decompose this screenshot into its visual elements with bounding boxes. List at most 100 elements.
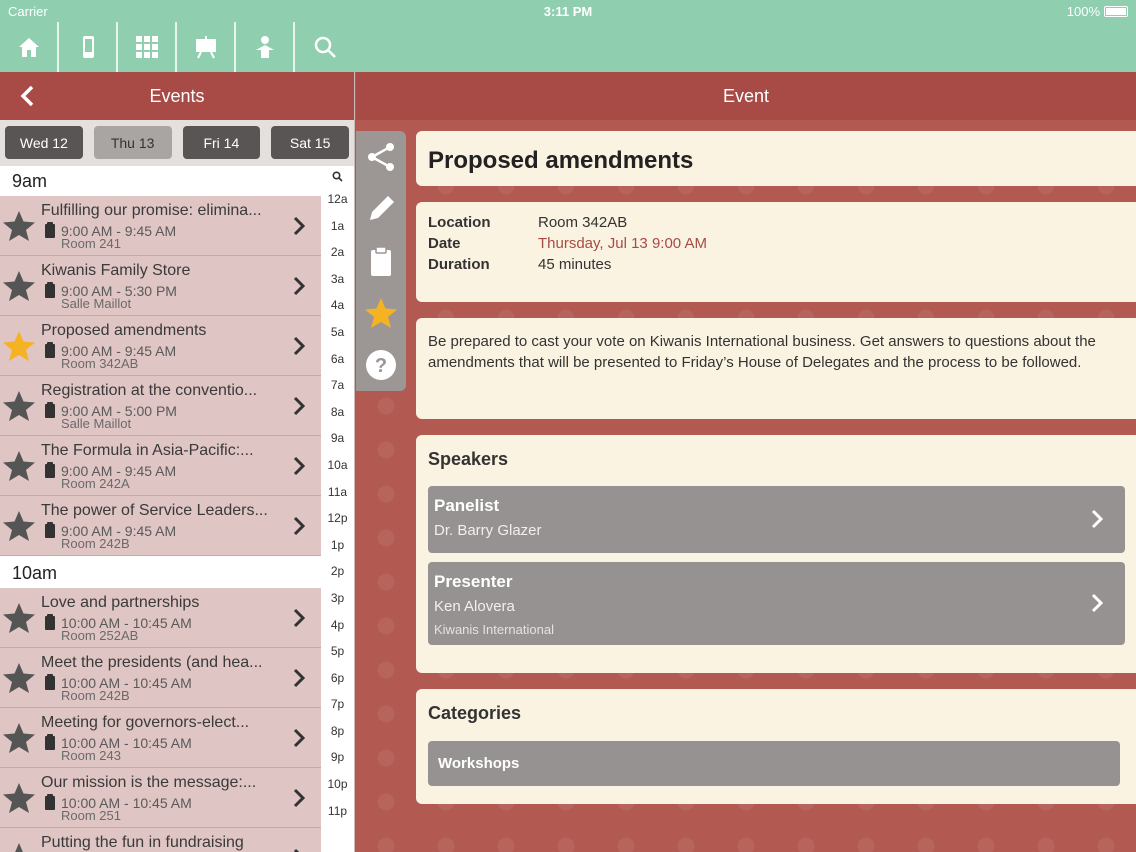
event-title: Proposed amendments xyxy=(41,322,207,339)
index-item[interactable]: 4a xyxy=(321,292,354,319)
event-row[interactable]: The power of Service Leaders... 9:00 AM -… xyxy=(0,496,322,556)
index-item[interactable]: 10p xyxy=(321,771,354,798)
event-list: 9am Fulfilling our promise: elimina... 9:0… xyxy=(0,166,322,852)
index-item[interactable]: 9p xyxy=(321,744,354,771)
event-room: Room 241 xyxy=(61,236,121,251)
chevron-right-icon xyxy=(1091,509,1104,529)
speakers-button[interactable] xyxy=(236,22,295,72)
index-item[interactable]: 11p xyxy=(321,798,354,825)
event-title: Putting the fun in fundraising xyxy=(41,834,244,851)
info-value: 45 minutes xyxy=(538,256,612,273)
index-item[interactable]: 6a xyxy=(321,346,354,373)
clock: 3:11 PM xyxy=(543,4,593,19)
event-row[interactable]: Meet the presidents (and hea... 10:00 AM … xyxy=(0,648,322,708)
day-tab-sat[interactable]: Sat 15 xyxy=(271,126,349,159)
index-item[interactable]: 12p xyxy=(321,505,354,532)
index-item[interactable]: 12a xyxy=(321,186,354,213)
event-title-card: Proposed amendments xyxy=(416,131,1136,186)
info-row-date: Date Thursday, Jul 13 9:00 AM xyxy=(428,235,1124,256)
clipboard-icon xyxy=(45,222,55,238)
speaker-name: Dr. Barry Glazer xyxy=(434,522,542,539)
index-item[interactable]: 3a xyxy=(321,266,354,293)
favorite-button[interactable] xyxy=(356,287,406,339)
day-tab-fri[interactable]: Fri 14 xyxy=(182,126,261,159)
star-icon[interactable] xyxy=(2,781,36,815)
grid-button[interactable] xyxy=(118,22,177,72)
index-item[interactable]: 1a xyxy=(321,213,354,240)
event-title: The power of Service Leaders... xyxy=(41,502,268,519)
speakers-title: Speakers xyxy=(428,449,509,469)
event-row[interactable]: Meeting for governors-elect... 10:00 AM -… xyxy=(0,708,322,768)
star-icon[interactable] xyxy=(2,721,36,755)
index-item[interactable]: 1p xyxy=(321,532,354,559)
categories-title: Categories xyxy=(428,703,522,723)
clipboard-icon xyxy=(45,342,55,358)
index-item[interactable]: 6p xyxy=(321,665,354,692)
speaker-row-presenter[interactable]: Presenter Ken Alovera Kiwanis Internatio… xyxy=(428,562,1125,645)
home-button[interactable] xyxy=(0,22,59,72)
battery-icon xyxy=(1104,6,1128,17)
event-row[interactable]: Love and partnerships 10:00 AM - 10:45 AM… xyxy=(0,588,322,648)
info-label: Duration xyxy=(428,256,490,273)
info-date-link[interactable]: Thursday, Jul 13 9:00 AM xyxy=(538,235,707,256)
event-room: Room 242A xyxy=(61,476,130,491)
index-item[interactable]: 10a xyxy=(321,452,354,479)
clipboard-icon xyxy=(45,522,55,538)
star-icon[interactable] xyxy=(2,329,36,363)
presentation-button[interactable] xyxy=(177,22,236,72)
event-row[interactable]: Our mission is the message:... 10:00 AM -… xyxy=(0,768,322,828)
chevron-right-icon xyxy=(293,728,306,748)
star-icon[interactable] xyxy=(2,841,36,852)
category-item[interactable]: Workshops xyxy=(428,741,1120,786)
star-icon[interactable] xyxy=(2,389,36,423)
index-item[interactable]: 9a xyxy=(321,425,354,452)
index-item[interactable]: 5a xyxy=(321,319,354,346)
event-row[interactable]: Kiwanis Family Store 9:00 AM - 5:30 PM Sal… xyxy=(0,256,322,316)
speakers-card: Speakers Panelist Dr. Barry Glazer Prese… xyxy=(416,435,1136,673)
index-item[interactable]: 4p xyxy=(321,612,354,639)
index-item[interactable]: 3p xyxy=(321,585,354,612)
index-item[interactable]: 5p xyxy=(321,638,354,665)
event-row[interactable]: Proposed amendments 9:00 AM - 9:45 AM Room… xyxy=(0,316,322,376)
chevron-right-icon xyxy=(293,848,300,852)
back-button[interactable] xyxy=(14,82,40,110)
star-icon[interactable] xyxy=(2,509,36,543)
chevron-right-icon xyxy=(293,668,306,688)
events-title: Events xyxy=(149,85,205,106)
index-search-button[interactable] xyxy=(321,166,354,186)
index-item[interactable]: 8a xyxy=(321,399,354,426)
phone-icon xyxy=(82,36,94,58)
phone-button[interactable] xyxy=(59,22,118,72)
star-icon[interactable] xyxy=(2,601,36,635)
event-row[interactable]: Registration at the conventio... 9:00 AM … xyxy=(0,376,322,436)
chevron-right-icon xyxy=(293,788,306,808)
index-item[interactable]: 11a xyxy=(321,479,354,506)
star-icon[interactable] xyxy=(2,449,36,483)
share-button[interactable] xyxy=(356,131,406,183)
event-description: Be prepared to cast your vote on Kiwanis… xyxy=(416,318,1136,419)
categories-card: Categories Workshops xyxy=(416,689,1136,804)
search-button[interactable] xyxy=(295,22,354,72)
battery-label: 100% xyxy=(1066,4,1100,19)
speaker-row-panelist[interactable]: Panelist Dr. Barry Glazer xyxy=(428,486,1125,553)
day-tab-wed[interactable]: Wed 12 xyxy=(5,126,83,159)
index-item[interactable]: 7a xyxy=(321,372,354,399)
star-icon[interactable] xyxy=(2,269,36,303)
clipboard-icon xyxy=(45,462,55,478)
star-icon[interactable] xyxy=(2,209,36,243)
index-item[interactable]: 8p xyxy=(321,718,354,745)
index-item[interactable]: 2p xyxy=(321,558,354,585)
day-tab-thu[interactable]: Thu 13 xyxy=(93,126,172,159)
star-icon[interactable] xyxy=(2,661,36,695)
index-item[interactable]: 7p xyxy=(321,691,354,718)
chevron-left-icon xyxy=(20,85,34,107)
edit-note-button[interactable] xyxy=(356,183,406,235)
event-row[interactable]: Fulfilling our promise: elimina... 9:00 A… xyxy=(0,196,322,256)
person-icon xyxy=(255,36,274,58)
event-row[interactable]: Putting the fun in fundraising xyxy=(0,828,322,852)
index-item[interactable]: 2a xyxy=(321,239,354,266)
chevron-right-icon xyxy=(293,396,306,416)
clipboard-button[interactable] xyxy=(356,235,406,287)
help-button[interactable]: ? xyxy=(356,339,406,391)
event-row[interactable]: The Formula in Asia-Pacific:... 9:00 AM -… xyxy=(0,436,322,496)
